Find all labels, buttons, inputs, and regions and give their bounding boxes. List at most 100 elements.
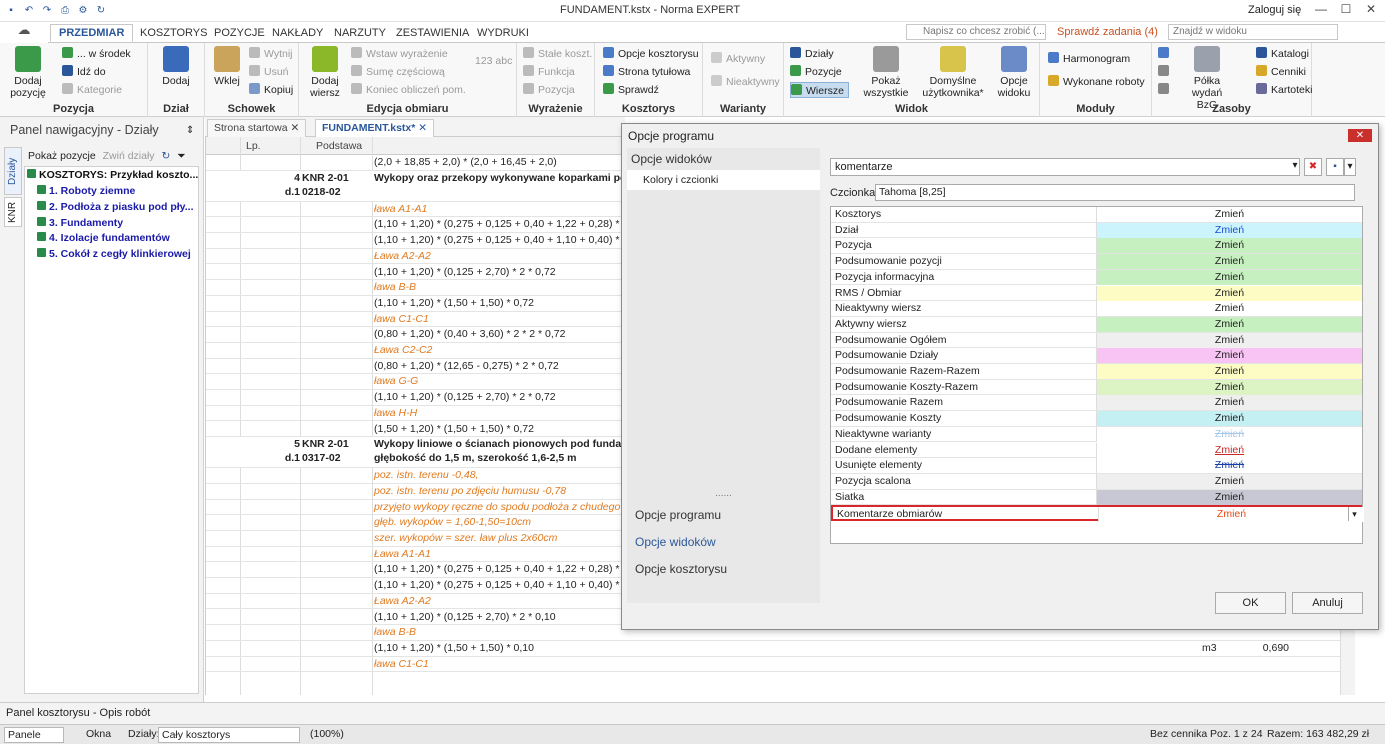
tree-root[interactable]: KOSZTORYS: Przykład koszto... [27,169,198,181]
user-default-button[interactable]: Domyślne użytkownika* [918,46,988,99]
color-row[interactable]: Pozycja informacyjna Zmień [831,269,1362,286]
pin-icon[interactable]: ⇕ [186,125,194,136]
save-menu-button[interactable]: ▾ [1344,158,1356,176]
tab-fundament[interactable]: FUNDAMENT.kstx* ✕ [315,119,435,137]
ok-button[interactable]: OK [1215,592,1286,614]
color-row[interactable]: Usunięte elementy Zmień [831,458,1362,474]
font-dropdown[interactable]: Tahoma [8,25] [875,184,1355,201]
view-rows-button[interactable]: Wiersze [790,82,849,98]
refresh-icon[interactable]: ↻ [94,3,108,17]
file-menu-button[interactable]: ☁ [0,22,48,43]
color-row[interactable]: Podsumowanie Koszty Zmień [831,411,1362,427]
view-sections-button[interactable]: Działy [790,46,834,62]
close-icon[interactable]: ✕ [290,122,299,134]
find-in-view-input[interactable]: Znajdź w widoku [1168,24,1338,40]
show-positions-button[interactable]: Pokaż pozycje [28,150,96,162]
check-button[interactable]: Sprawdź [603,82,659,98]
filter-icon[interactable]: ⏷ [177,150,185,162]
change-button[interactable]: Zmień [1096,379,1362,395]
show-all-button[interactable]: Pokaż wszystkie [860,46,912,99]
color-row[interactable]: Nieaktywny wiersz Zmień [831,301,1362,317]
constants-button[interactable]: Stałe koszt. [523,46,592,62]
change-button[interactable]: Zmień [1096,348,1362,364]
shelf-button[interactable]: Półka wydań BzG [1182,46,1232,111]
view-positions-button[interactable]: Pozycje [790,64,842,80]
color-row[interactable]: Podsumowanie Działy Zmień [831,348,1362,364]
color-row[interactable]: Kosztorys Zmień [831,207,1362,223]
estimate-options-button[interactable]: Opcje kosztorysu [603,46,699,62]
catalogs-button[interactable]: Katalogi [1256,46,1309,62]
delete-scheme-button[interactable]: ✖ [1304,158,1322,176]
colors-fonts-item[interactable]: Kolory i czcionki [627,170,820,190]
color-row[interactable]: RMS / Obmiar Zmień [831,285,1362,302]
change-button[interactable]: Zmień [1096,285,1362,301]
tab-pozycje[interactable]: POZYCJE [206,25,273,43]
check-tasks-link[interactable]: Sprawdź zadania (4) [1057,26,1158,38]
change-button[interactable]: Zmień [1096,254,1362,270]
panels-dropdown[interactable]: Panele [4,727,64,743]
login-link[interactable]: Zaloguj się [1248,4,1301,16]
inactive-variant-button[interactable]: Nieaktywny [711,74,780,90]
change-button[interactable]: Zmień [1096,426,1362,442]
color-row[interactable]: Aktywny wiersz Zmień [831,316,1362,333]
nav-program-options[interactable]: Opcje programu [635,508,721,522]
tell-me-input[interactable]: Napisz co chcesz zrobić (... [906,24,1046,40]
tab-wydruki[interactable]: WYDRUKI [469,25,537,43]
change-button[interactable]: Zmień [1098,507,1364,523]
view-options-button[interactable]: Opcje widoku [994,46,1034,99]
resource-icon-3[interactable] [1158,82,1173,98]
dialog-close-button[interactable]: ✕ [1348,129,1372,142]
save-scheme-button[interactable]: ▪ [1326,158,1344,176]
color-row[interactable]: Podsumowanie pozycji Zmień [831,254,1362,270]
measure-row[interactable]: (1,10 + 1,20) * (1,50 + 1,50) * 0,10 m3 0,… [206,641,1355,657]
save-icon[interactable]: ▪ [4,3,18,17]
tab-narzuty[interactable]: NARZUTY [326,25,394,43]
tree-item[interactable]: 1. Roboty ziemne [37,185,135,197]
schedule-button[interactable]: Harmonogram [1048,51,1130,67]
copy-button[interactable]: Kopiuj [249,82,293,98]
tab-start-page[interactable]: Strona startowa ✕ [207,119,307,137]
color-row[interactable]: Pozycja scalona Zmień [831,473,1362,490]
sections-dropdown[interactable]: Cały kosztorys [158,727,300,743]
title-page-button[interactable]: Strona tytułowa [603,64,690,80]
tab-przedmiar[interactable]: PRZEDMIAR [50,24,134,42]
vtab-dzialy[interactable]: Działy [4,147,22,195]
number-format-icon[interactable]: 123 abc [475,53,512,69]
price-lists-button[interactable]: Cenniki [1256,64,1306,80]
change-button[interactable]: Zmień [1096,489,1362,505]
change-button[interactable]: Zmień [1096,473,1362,489]
color-row[interactable]: Podsumowanie Razem Zmień [831,395,1362,412]
resource-icon-2[interactable] [1158,64,1173,80]
change-button[interactable]: Zmień [1096,207,1362,222]
color-row[interactable]: Nieaktywne warianty Zmień [831,426,1362,443]
tab-zestawienia[interactable]: ZESTAWIENIA [388,25,477,43]
bottom-panel-title[interactable]: Panel kosztorysu - Opis robót [6,707,150,719]
vtab-knr[interactable]: KNR [4,197,22,227]
paste-button[interactable]: Wklej [210,46,244,87]
color-row[interactable]: Podsumowanie Ogółem Zmień [831,332,1362,349]
active-variant-button[interactable]: Aktywny [711,51,765,67]
comment-row[interactable]: ława C1-C1 [206,657,1355,673]
delete-button[interactable]: Usuń [249,64,289,80]
insert-expression-button[interactable]: Wstaw wyrażenie [351,46,448,62]
change-button[interactable]: Zmień [1096,332,1362,348]
zoom-level[interactable]: (100%) [310,728,344,740]
add-position-button[interactable]: Dodaj pozycję [6,46,50,99]
change-button[interactable]: Zmień [1096,238,1362,254]
tree-item[interactable]: 3. Fundamenty [37,217,123,229]
completed-works-button[interactable]: Wykonane roboty [1048,74,1145,90]
color-row[interactable]: Dział Zmień [831,222,1362,239]
tree-item[interactable]: 2. Podłoża z piasku pod pły... [37,201,194,213]
change-button[interactable]: Zmień [1096,395,1362,411]
change-button[interactable]: Zmień [1096,458,1362,474]
refresh-icon[interactable]: ↻ [161,150,170,162]
cut-button[interactable]: Wytnij [249,46,293,62]
col-podstawa[interactable]: Podstawa [316,140,362,152]
add-section-button[interactable]: Dodaj [156,46,196,87]
color-row[interactable]: Podsumowanie Razem-Razem Zmień [831,364,1362,380]
change-button[interactable]: Zmień [1096,442,1362,458]
chevron-down-icon[interactable]: ▾ [1286,158,1304,176]
windows-button[interactable]: Okna [86,728,111,740]
change-button[interactable]: Zmień [1096,301,1362,317]
change-button[interactable]: Zmień [1096,411,1362,427]
